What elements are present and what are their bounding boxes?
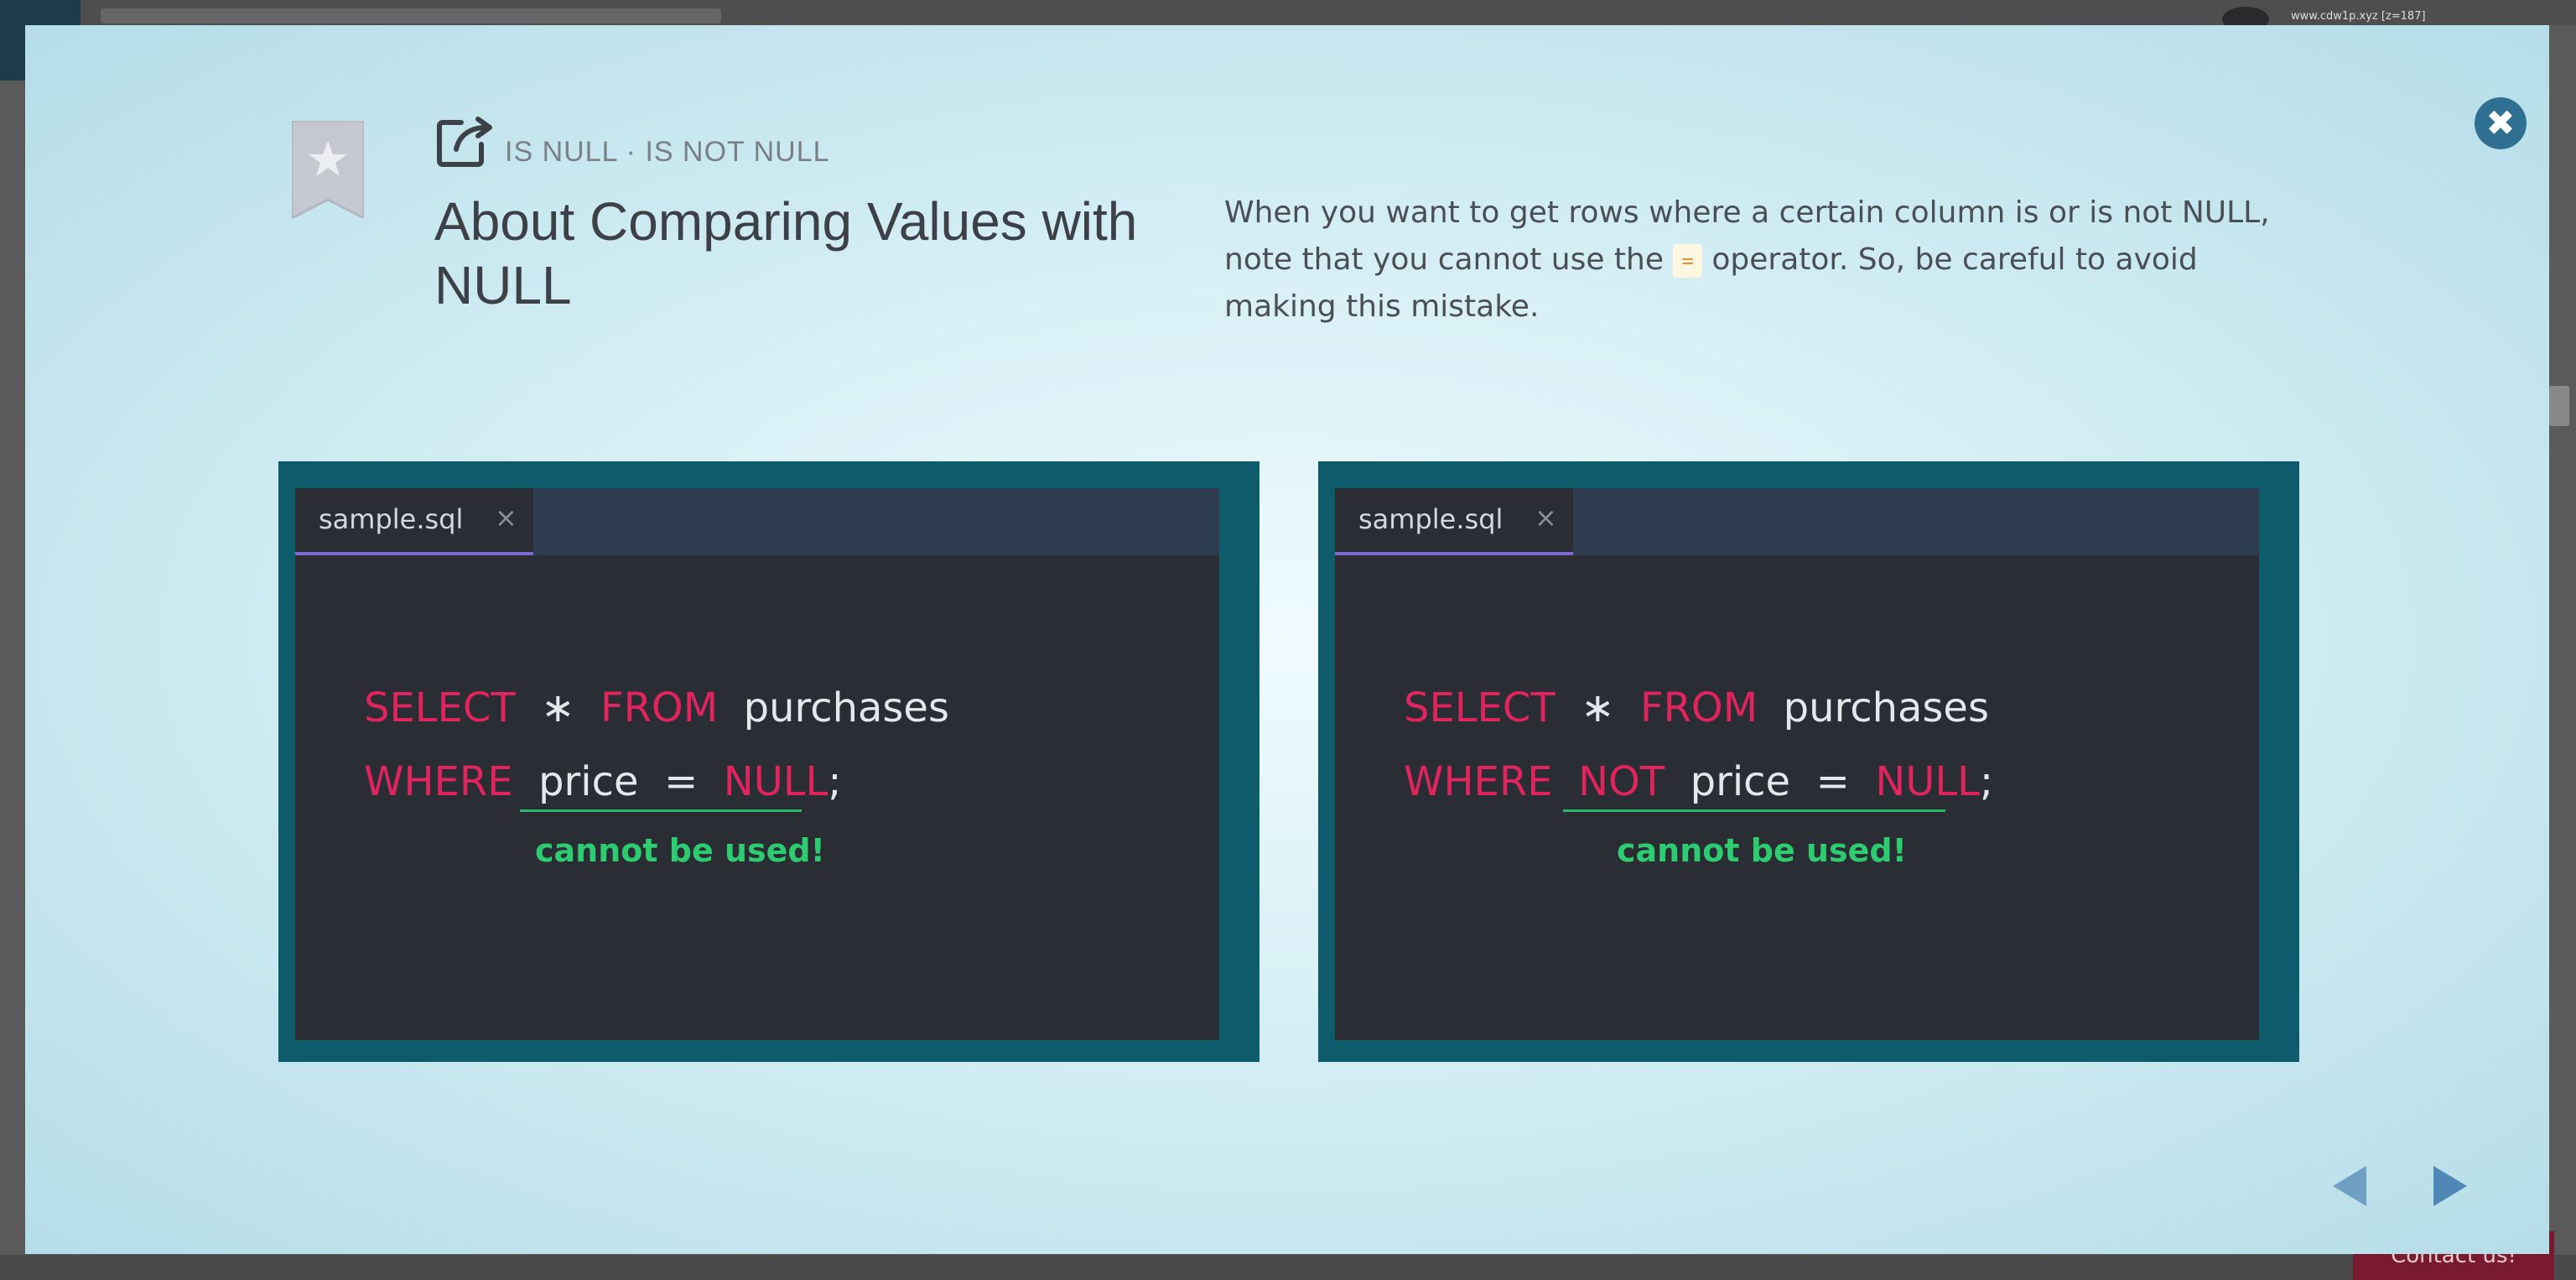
sql-star: ∗ (1581, 684, 1615, 731)
sql-table: purchases (1783, 684, 1989, 731)
background-url: www.cdw1p.xyz [z=187] (2291, 10, 2426, 23)
slide-modal: ✖ IS NULL · IS NOT NULL About Comparing … (25, 25, 2549, 1254)
close-icon: ✖ (2485, 102, 2516, 143)
warning-text: cannot be used! (1617, 832, 1907, 869)
code-panel-1: sample.sql × SELECT ∗ FROM purchases WHE… (278, 461, 1259, 1062)
editor-tab[interactable]: sample.sql × (295, 488, 533, 555)
background-bottom-bar (0, 1255, 2576, 1280)
background-scrollbar (2549, 386, 2569, 426)
close-button[interactable]: ✖ (2475, 97, 2527, 149)
error-underline (520, 809, 802, 812)
sql-keyword: SELECT (364, 684, 516, 731)
sql-keyword: WHERE (1404, 758, 1553, 805)
sql-code: SELECT ∗ FROM purchases WHERE NOT price … (1404, 671, 1993, 819)
editor-tab[interactable]: sample.sql × (1335, 488, 1573, 555)
bookmark-star-icon[interactable] (292, 121, 364, 218)
sql-keyword: NULL (723, 758, 828, 805)
next-arrow-icon[interactable] (2430, 1163, 2470, 1210)
sql-keyword: NULL (1875, 758, 1980, 805)
warning-text: cannot be used! (535, 832, 825, 869)
sql-operator: = (664, 758, 699, 805)
sql-keyword-not: NOT (1578, 758, 1665, 805)
tab-close-icon[interactable]: × (1535, 502, 1557, 533)
sql-keyword: FROM (600, 684, 719, 731)
editor-tabbar: sample.sql × (295, 488, 1219, 555)
tab-label: sample.sql (319, 503, 464, 535)
code-panel-2: sample.sql × SELECT ∗ FROM purchases WHE… (1318, 461, 2299, 1062)
sql-operator: = (1815, 758, 1850, 805)
code-editor: sample.sql × SELECT ∗ FROM purchases WHE… (295, 488, 1219, 1040)
prev-arrow-icon[interactable] (2329, 1163, 2370, 1210)
sql-column: price (1690, 758, 1791, 805)
slide-subtitle: IS NULL · IS NOT NULL (505, 136, 830, 168)
sql-keyword: SELECT (1404, 684, 1555, 731)
editor-tabbar: sample.sql × (1335, 488, 2259, 555)
inline-code: = (1673, 244, 1702, 278)
sql-table: purchases (743, 684, 949, 731)
sql-keyword: FROM (1639, 684, 1758, 731)
sql-star: ∗ (541, 684, 575, 731)
sql-semicolon: ; (828, 758, 842, 805)
background-address-bar (101, 8, 721, 23)
tab-close-icon[interactable]: × (495, 502, 517, 533)
slide-title: About Comparing Values with NULL (434, 191, 1138, 315)
sql-column: price (538, 758, 639, 805)
code-editor: sample.sql × SELECT ∗ FROM purchases WHE… (1335, 488, 2259, 1040)
error-underline (1563, 809, 1945, 812)
slide-description: When you want to get rows where a certai… (1224, 190, 2298, 330)
tab-label: sample.sql (1358, 503, 1504, 535)
sql-semicolon: ; (1979, 758, 1994, 805)
external-link-icon (437, 117, 492, 167)
sql-code: SELECT ∗ FROM purchases WHERE price = NU… (364, 671, 949, 819)
sql-keyword: WHERE (364, 758, 513, 805)
